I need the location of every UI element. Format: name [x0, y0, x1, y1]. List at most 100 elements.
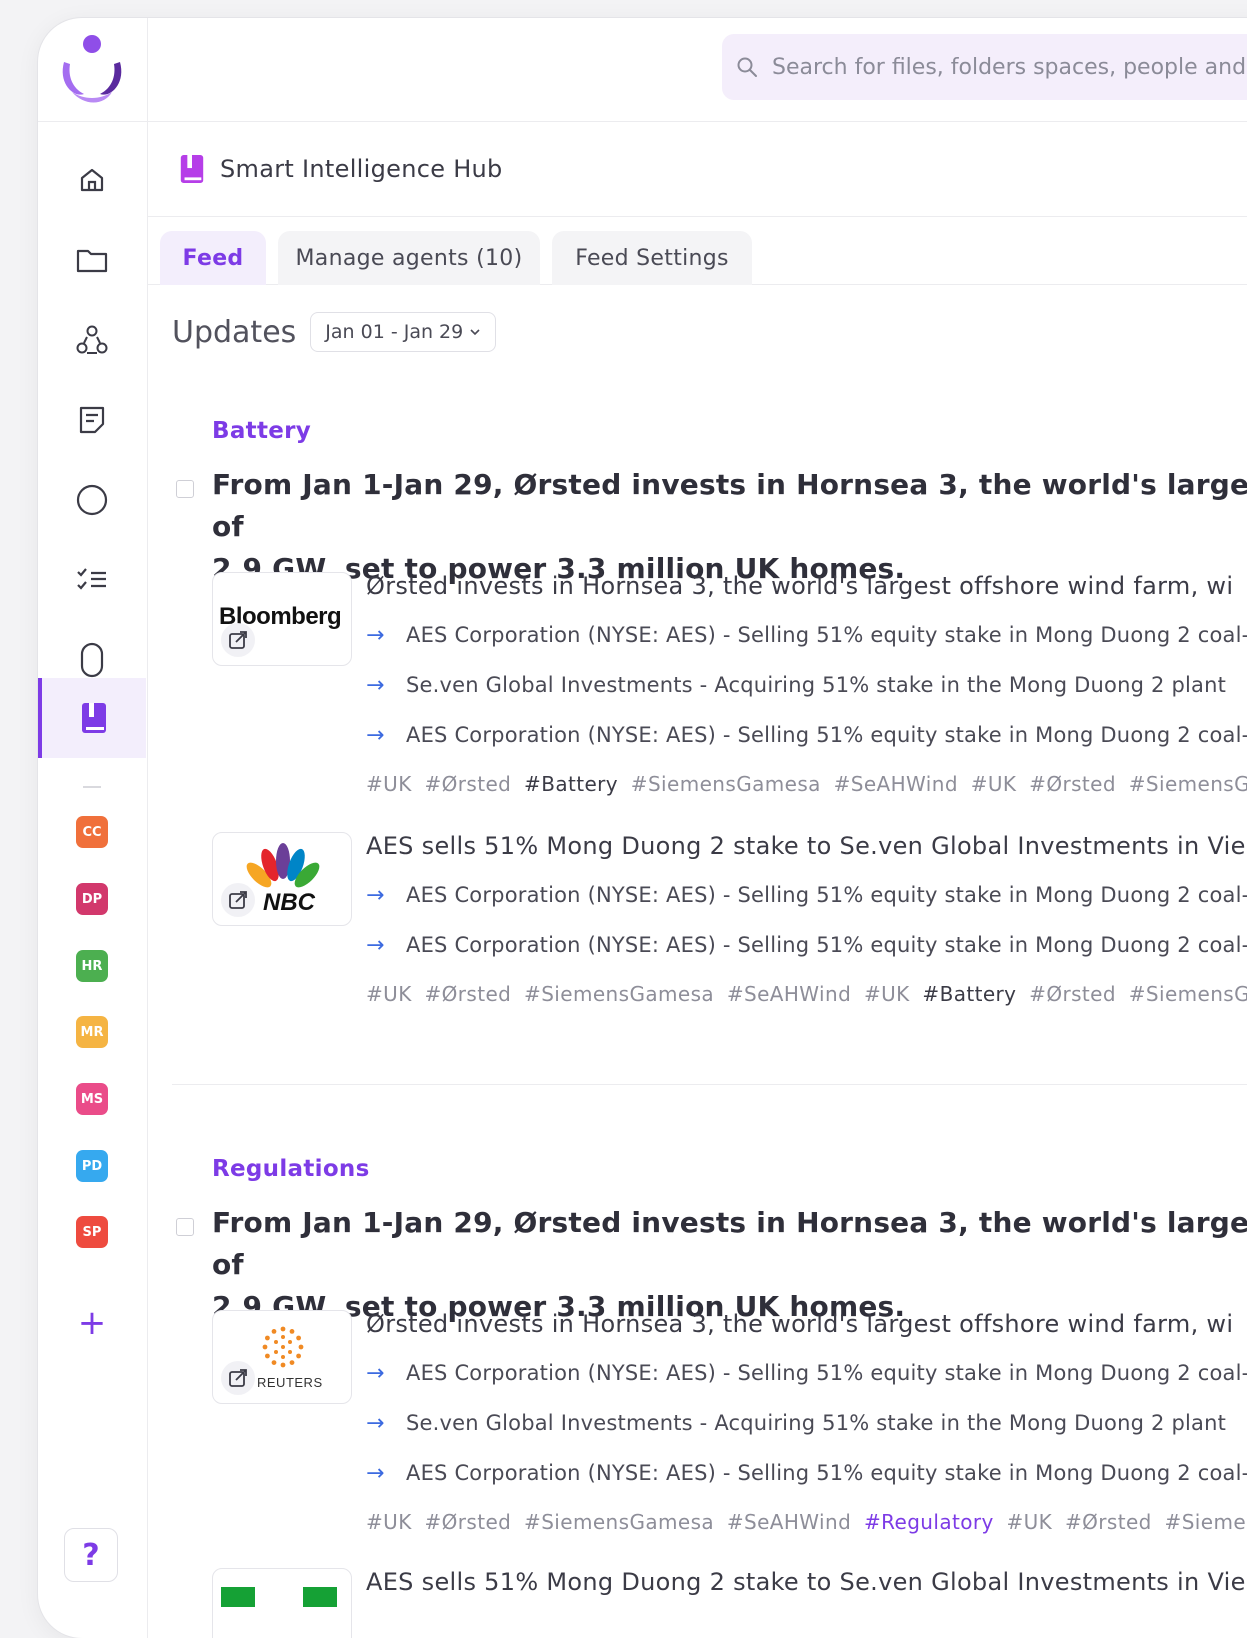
tag[interactable]: #Battery: [922, 982, 1016, 1006]
nav-circle[interactable]: [38, 460, 146, 540]
space-badge[interactable]: CC: [76, 816, 108, 848]
article: Ørsted invests in Hornsea 3, the world's…: [366, 572, 1247, 796]
external-link-icon[interactable]: [221, 623, 255, 657]
space-badge[interactable]: DP: [76, 883, 108, 915]
sidebar: CC DP HR MR MS PD SP + ?: [38, 18, 148, 1638]
external-link-icon[interactable]: [221, 883, 255, 917]
reuters-dots-icon: [262, 1326, 304, 1368]
tag[interactable]: #SiemensGamesa: [524, 1510, 714, 1534]
search-icon: [737, 57, 757, 77]
tab-feed[interactable]: Feed: [160, 231, 266, 285]
nbc-peacock-icon: [246, 843, 320, 888]
article-bullet: → AES Corporation (NYSE: AES) - Selling 5…: [366, 882, 1247, 908]
date-range-select[interactable]: Jan 01 - Jan 29: [310, 312, 497, 352]
arrow-right-icon: →: [366, 1460, 385, 1486]
category-label: Battery: [212, 418, 312, 444]
tag[interactable]: #Battery: [524, 772, 618, 796]
tag[interactable]: #UK: [1006, 1510, 1052, 1534]
nav-folders[interactable]: [38, 220, 146, 300]
section-divider: [172, 1084, 1247, 1085]
article-bullet: → AES Corporation (NYSE: AES) - Selling 5…: [366, 622, 1247, 648]
space-badge[interactable]: HR: [76, 950, 108, 982]
source-logo-mark: [221, 1587, 255, 1607]
article-bullet: → Se.ven Global Investments - Acquiring 5…: [366, 672, 1227, 698]
article-title[interactable]: AES sells 51% Mong Duong 2 stake to Se.v…: [366, 1568, 1247, 1596]
tag-list: #UK #Ørsted #Battery #SiemensGamesa #SeA…: [366, 772, 1247, 796]
article-bullet: → AES Corporation (NYSE: AES) - Selling 5…: [366, 722, 1247, 748]
tag[interactable]: #UK: [864, 982, 910, 1006]
nav-intelligence-hub[interactable]: [38, 678, 146, 758]
tag[interactable]: #Ørsted: [1065, 1510, 1152, 1534]
book-icon: [82, 703, 106, 733]
arrow-right-icon: →: [366, 1410, 385, 1436]
external-link-icon[interactable]: [221, 1361, 255, 1395]
tag[interactable]: #SiemensG: [1129, 982, 1247, 1006]
app-window: Search for files, folders spaces, people…: [38, 18, 1247, 1638]
home-icon: [80, 168, 104, 192]
tag[interactable]: #Ørsted: [424, 982, 511, 1006]
arrow-right-icon: →: [366, 882, 385, 908]
arrow-right-icon: →: [366, 932, 385, 958]
nav-home[interactable]: [38, 140, 146, 220]
tag[interactable]: #SiemensG: [1129, 772, 1247, 796]
nav-notes[interactable]: [38, 380, 146, 460]
article-title[interactable]: AES sells 51% Mong Duong 2 stake to Se.v…: [366, 832, 1247, 870]
tag[interactable]: #SeAHWind: [727, 982, 851, 1006]
article-bullet: → Se.ven Global Investments - Acquiring 5…: [366, 1410, 1227, 1436]
tag[interactable]: #Ørsted: [424, 1510, 511, 1534]
space-badge[interactable]: PD: [76, 1150, 108, 1182]
main-content: Smart Intelligence Hub Feed Manage agent…: [148, 122, 1247, 1638]
space-badge[interactable]: MS: [76, 1083, 108, 1115]
tag[interactable]: #UK: [971, 772, 1017, 796]
tag[interactable]: #SeAHWind: [834, 772, 958, 796]
space-badge[interactable]: MR: [76, 1016, 108, 1048]
source-logo-mark: [303, 1587, 337, 1607]
tag[interactable]: #UK: [366, 982, 412, 1006]
top-bar: Search for files, folders spaces, people…: [38, 18, 1247, 122]
source-logo-nbc[interactable]: NBC: [212, 832, 352, 926]
tab-bar: Feed Manage agents (10) Feed Settings: [148, 217, 1247, 285]
source-logo-bloomberg[interactable]: Bloomberg: [212, 572, 352, 666]
headline-checkbox[interactable]: [176, 1218, 194, 1236]
space-badge[interactable]: SP: [76, 1216, 108, 1248]
tag[interactable]: #SiemensGamesa: [631, 772, 821, 796]
add-space-button[interactable]: +: [76, 1306, 108, 1340]
source-name: REUTERS: [257, 1375, 323, 1390]
article: AES sells 51% Mong Duong 2 stake to Se.v…: [366, 832, 1247, 1006]
help-button[interactable]: ?: [64, 1528, 118, 1582]
tag[interactable]: #UK: [366, 1510, 412, 1534]
article-bullet: → AES Corporation (NYSE: AES) - Selling 5…: [366, 1360, 1247, 1386]
tab-feed-settings[interactable]: Feed Settings: [552, 231, 752, 285]
tag[interactable]: #Ørsted: [1029, 772, 1116, 796]
arrow-right-icon: →: [366, 722, 385, 748]
source-logo-reuters[interactable]: REUTERS: [212, 1310, 352, 1404]
notes-icon: [79, 406, 105, 434]
tag-list: #UK #Ørsted #SiemensGamesa #SeAHWind #Re…: [366, 1510, 1247, 1534]
tag[interactable]: #Ørsted: [1029, 982, 1116, 1006]
nav-people[interactable]: [38, 300, 146, 380]
arrow-right-icon: →: [366, 622, 385, 648]
article-title[interactable]: Ørsted invests in Hornsea 3, the world's…: [366, 1310, 1247, 1348]
source-name: NBC: [263, 889, 315, 916]
tag[interactable]: #UK: [366, 772, 412, 796]
article-bullet: → AES Corporation (NYSE: AES) - Selling 5…: [366, 932, 1247, 958]
search-bar[interactable]: Search for files, folders spaces, people…: [722, 34, 1247, 100]
tag[interactable]: #Regulatory: [864, 1510, 994, 1534]
updates-header: Updates Jan 01 - Jan 29: [172, 312, 497, 352]
article-title[interactable]: Ørsted invests in Hornsea 3, the world's…: [366, 572, 1247, 610]
nav-tasks[interactable]: [38, 540, 146, 620]
tag[interactable]: #Siemer: [1165, 1510, 1247, 1534]
page-title: Smart Intelligence Hub: [220, 155, 503, 183]
tag[interactable]: #SiemensGamesa: [524, 982, 714, 1006]
capsule-icon: [80, 642, 104, 678]
article: Ørsted invests in Hornsea 3, the world's…: [366, 1310, 1247, 1534]
tag[interactable]: #Ørsted: [424, 772, 511, 796]
article: AES sells 51% Mong Duong 2 stake to Se.v…: [366, 1568, 1247, 1596]
tab-manage-agents[interactable]: Manage agents (10): [278, 231, 540, 285]
source-logo[interactable]: [212, 1568, 352, 1638]
tag[interactable]: #SeAHWind: [727, 1510, 851, 1534]
updates-title: Updates: [172, 314, 297, 350]
tag-list: #UK #Ørsted #SiemensGamesa #SeAHWind #UK…: [366, 982, 1247, 1006]
headline-checkbox[interactable]: [176, 480, 194, 498]
search-placeholder: Search for files, folders spaces, people…: [772, 54, 1247, 80]
